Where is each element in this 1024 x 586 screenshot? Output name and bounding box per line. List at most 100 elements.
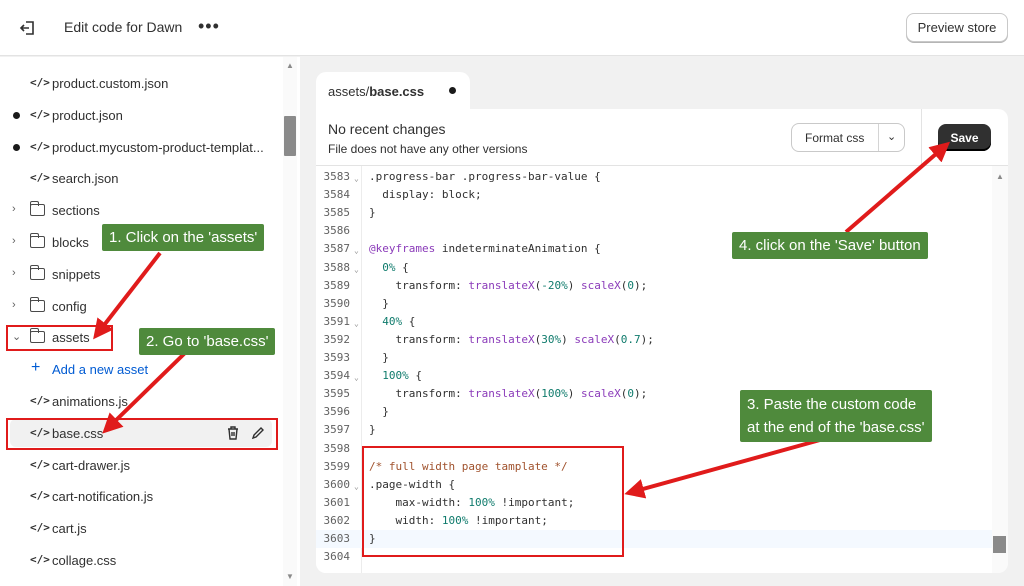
divider xyxy=(921,109,922,165)
file-label: cart.js xyxy=(52,521,87,537)
line-number: 3590 xyxy=(323,296,351,310)
chevron-right-icon[interactable]: › xyxy=(12,235,16,247)
editor-scroll-thumb[interactable] xyxy=(993,536,1006,553)
chevron-down-icon[interactable]: ⌄ xyxy=(887,130,896,143)
callout-step4: 4. click on the 'Save' button xyxy=(732,232,928,259)
code-line[interactable]: 3588 ⌄ 0% { xyxy=(316,259,992,277)
folder-item[interactable]: › snippets xyxy=(0,260,282,288)
tab-label: assets/base.css xyxy=(328,84,425,99)
file-item[interactable]: </> product.mycustom-product-templat... xyxy=(0,133,282,161)
chevron-right-icon[interactable]: › xyxy=(12,299,16,311)
sidebar-scroll-thumb[interactable] xyxy=(284,116,296,156)
code-text: 100% { xyxy=(382,369,422,383)
file-item[interactable]: </> product.custom.json xyxy=(0,69,282,97)
code-line[interactable]: 3591 ⌄ 40% { xyxy=(316,313,992,331)
code-line[interactable]: 3584 display: block; xyxy=(316,186,992,204)
file-item[interactable]: </> cart-notification.js xyxy=(0,482,282,510)
folder-icon xyxy=(29,233,45,248)
folder-item[interactable]: › config xyxy=(0,292,282,320)
code-line[interactable]: 3589 transform: translateX(-20%) scaleX(… xyxy=(316,277,992,295)
code-file-icon: </> xyxy=(30,553,50,566)
line-number: 3589 xyxy=(323,278,351,292)
file-label: product.mycustom-product-templat... xyxy=(52,139,264,155)
modified-dot xyxy=(13,111,20,119)
line-number: 3584 xyxy=(323,188,351,202)
line-number: 3588 xyxy=(323,260,351,274)
scroll-up-arrow-icon[interactable]: ▲ xyxy=(286,61,294,70)
line-number: 3587 xyxy=(323,242,351,256)
chevron-right-icon[interactable]: › xyxy=(12,267,16,279)
code-file-icon: </> xyxy=(30,394,50,407)
file-label: cart-drawer.js xyxy=(52,457,131,473)
code-line[interactable]: 3590 } xyxy=(316,295,992,313)
code-text: display: block; xyxy=(369,188,482,202)
scroll-down-arrow-icon[interactable]: ▼ xyxy=(286,572,294,581)
code-text: } xyxy=(369,296,389,310)
scroll-up-arrow-icon[interactable]: ▲ xyxy=(996,172,1004,181)
line-number: 3597 xyxy=(323,423,351,437)
code-file-icon: </> xyxy=(30,489,50,503)
line-number: 3604 xyxy=(323,550,351,564)
code-file-icon: </> xyxy=(30,521,50,535)
code-file-icon: </> xyxy=(30,107,50,121)
page-title: Edit code for Dawn xyxy=(64,19,183,35)
line-number: 3586 xyxy=(323,224,351,238)
folder-label: snippets xyxy=(52,266,101,282)
file-item[interactable]: </> search.json xyxy=(0,164,282,192)
code-line[interactable]: 3583 ⌄ .progress-bar .progress-bar-value { xyxy=(316,168,992,186)
code-text: @keyframes indeterminateAnimation { xyxy=(369,242,601,256)
file-item[interactable]: </> product.json xyxy=(0,101,282,129)
file-item[interactable]: </> cart.js xyxy=(0,514,282,542)
code-line[interactable]: 3593 } xyxy=(316,349,992,367)
code-line[interactable]: 3594 ⌄ 100% { xyxy=(316,367,992,385)
line-number: 3601 xyxy=(323,495,351,509)
code-file-icon: </> xyxy=(30,76,50,89)
folder-label: blocks xyxy=(52,235,89,250)
recent-changes-title: No recent changes xyxy=(328,121,446,137)
format-css-button[interactable]: Format css ⌄ xyxy=(791,123,905,152)
more-horizontal-icon[interactable]: ••• xyxy=(198,16,220,37)
tab-base-css[interactable]: assets/base.css xyxy=(316,72,470,110)
file-item[interactable]: </> animations.js xyxy=(0,387,282,415)
line-number: 3595 xyxy=(323,387,351,401)
code-text: .progress-bar .progress-bar-value { xyxy=(369,170,601,183)
file-item[interactable]: </> collage.css xyxy=(0,546,282,574)
save-button[interactable]: Save xyxy=(938,124,991,151)
file-label: search.json xyxy=(52,171,119,187)
line-number: 3603 xyxy=(323,532,351,545)
highlight-assets-folder xyxy=(6,325,113,351)
add-new-asset-link[interactable]: + Add a new asset xyxy=(0,355,282,383)
line-number: 3591 xyxy=(323,314,351,328)
plus-icon: + xyxy=(31,359,41,377)
editor-scrollbar[interactable] xyxy=(992,166,1008,573)
modified-dot xyxy=(13,143,20,151)
callout-step3-line1: 3. Paste the custom code xyxy=(747,396,917,413)
file-label: cart-notification.js xyxy=(52,489,154,505)
chevron-right-icon[interactable]: › xyxy=(12,203,16,215)
callout-step2: 2. Go to 'base.css' xyxy=(139,328,276,355)
code-line[interactable]: 3592 transform: translateX(30%) scaleX(0… xyxy=(316,331,992,349)
exit-icon[interactable] xyxy=(17,17,39,39)
line-number: 3602 xyxy=(323,513,351,527)
callout-step3-line2: at the end of the 'base.css' xyxy=(747,419,925,436)
code-text: } xyxy=(369,206,376,220)
file-label: collage.css xyxy=(52,553,117,568)
file-label: product.custom.json xyxy=(52,76,169,91)
line-number: 3585 xyxy=(323,206,351,220)
folder-icon xyxy=(29,296,45,312)
format-css-label: Format css xyxy=(805,131,865,145)
code-file-icon: </> xyxy=(30,171,50,185)
code-line[interactable]: 3585} xyxy=(316,204,992,222)
folder-item[interactable]: › sections xyxy=(0,196,282,224)
callout-step1: 1. Click on the 'assets' xyxy=(102,224,265,251)
callout-step3: 3. Paste the custom code at the end of t… xyxy=(740,390,932,442)
folder-icon xyxy=(29,201,45,217)
file-item[interactable]: </> cart-drawer.js xyxy=(0,451,282,479)
line-number: 3598 xyxy=(323,441,351,455)
top-bar: Edit code for Dawn ••• Preview store xyxy=(0,0,1024,56)
preview-store-button[interactable]: Preview store xyxy=(906,13,1008,42)
code-text: 0% { xyxy=(382,260,409,274)
code-text: transform: translateX(-20%) scaleX(0); xyxy=(369,278,648,292)
line-number: 3583 xyxy=(323,170,351,183)
line-number: 3592 xyxy=(323,332,351,346)
